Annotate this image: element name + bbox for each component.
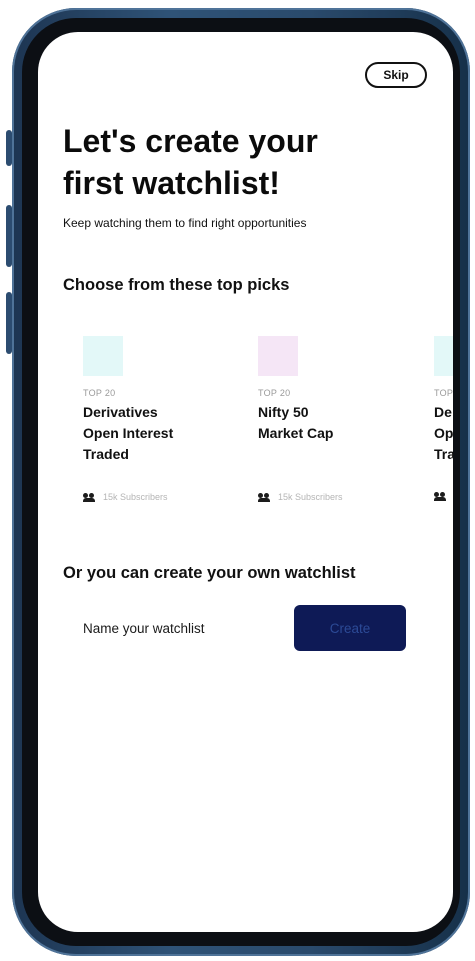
card-subscribers: 15k Subscribers: [258, 492, 343, 502]
card-title-line: Derivatives: [83, 404, 158, 420]
subscriber-count: 15k Subscribers: [278, 492, 343, 502]
card-title: De Op Tra: [434, 402, 453, 465]
page-title: Let's create your first watchlist!: [63, 120, 433, 204]
subscriber-count: 15k Subscribers: [103, 492, 168, 502]
volume-up-button: [6, 205, 12, 267]
skip-button[interactable]: Skip: [365, 62, 427, 88]
volume-down-button: [6, 292, 12, 354]
people-icon: [83, 492, 95, 502]
people-icon: [434, 492, 446, 501]
watchlist-name-input[interactable]: [63, 606, 288, 650]
card-thumbnail: [83, 336, 123, 376]
card-subscribers: 15k Subscribers: [83, 492, 168, 502]
phone-screen: Skip Let's create your first watchlist! …: [38, 32, 453, 932]
page-title-line-2: first watchlist!: [63, 165, 280, 201]
create-own-heading: Or you can create your own watchlist: [63, 564, 356, 582]
watchlist-card-derivatives[interactable]: TOP 20 Derivatives Open Interest Traded …: [63, 336, 223, 502]
card-subscribers: [434, 492, 446, 501]
card-title: Nifty 50 Market Cap: [258, 402, 388, 444]
app-stage: Skip Let's create your first watchlist! …: [0, 0, 475, 961]
card-thumbnail: [258, 336, 298, 376]
card-title-line: Nifty 50: [258, 404, 309, 420]
people-icon: [258, 492, 270, 502]
card-tag: TOP 20: [83, 388, 116, 398]
create-button[interactable]: Create: [294, 605, 406, 651]
card-title-line: Traded: [83, 446, 129, 462]
page-subtitle: Keep watching them to find right opportu…: [63, 216, 307, 230]
card-thumbnail: [434, 336, 453, 376]
card-title-line: Market Cap: [258, 425, 334, 441]
card-title-line: Open Interest: [83, 425, 174, 441]
top-picks-heading: Choose from these top picks: [63, 276, 290, 294]
card-title-line: De: [434, 404, 452, 420]
mute-switch: [6, 130, 12, 166]
watchlist-card-nifty-50[interactable]: TOP 20 Nifty 50 Market Cap 15k Subscribe…: [238, 336, 398, 502]
card-title: Derivatives Open Interest Traded: [83, 402, 213, 465]
card-tag: TOP 20: [258, 388, 291, 398]
watchlist-card-partial[interactable]: TOP De Op Tra: [414, 336, 453, 501]
card-tag: TOP: [434, 388, 453, 398]
page-title-line-1: Let's create your: [63, 123, 318, 159]
card-title-line: Tra: [434, 446, 453, 462]
card-title-line: Op: [434, 425, 453, 441]
